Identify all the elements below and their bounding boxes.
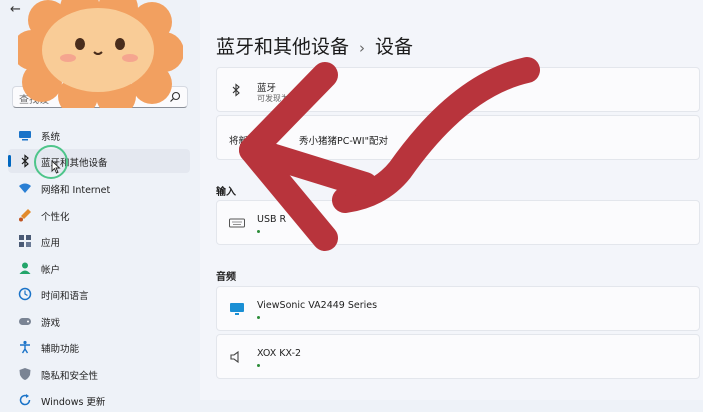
breadcrumb-parent[interactable]: 蓝牙和其他设备 — [216, 36, 349, 58]
pair-device-card[interactable]: 将新 秀小猪猪PC-WI"配对 — [216, 115, 700, 160]
bluetooth-title: 蓝牙 — [257, 83, 277, 94]
main-content: 蓝牙和其他设备 › 设备 蓝牙 可发现为"PC-WI" 将新 秀小猪猪PC-WI"配… — [200, 0, 703, 400]
pair-text-start: 将新 — [229, 136, 249, 147]
time-language-icon — [18, 287, 32, 301]
audio-device-name: ViewSonic VA2449 Series — [257, 300, 378, 311]
connected-status-dot — [257, 230, 260, 233]
connected-status-dot — [257, 364, 260, 367]
sidebar-item-time-language[interactable]: 时间和语言 — [8, 282, 190, 306]
mouse-cursor-icon — [51, 160, 61, 174]
keyboard-icon — [229, 218, 245, 228]
breadcrumb-separator: › — [359, 39, 366, 57]
brush-icon — [19, 209, 31, 222]
sidebar-item-label: 网络和 Internet — [41, 185, 111, 196]
input-section-heading: 输入 — [216, 187, 236, 198]
audio-section-heading: 音频 — [216, 272, 236, 283]
breadcrumb: 蓝牙和其他设备 › 设备 — [216, 32, 413, 59]
sidebar-item-gaming[interactable]: 游戏 — [8, 309, 190, 333]
game-icon — [19, 318, 31, 325]
connected-status-dot — [257, 316, 260, 319]
sidebar-item-privacy[interactable]: 隐私和安全性 — [8, 362, 190, 386]
audio-device-card[interactable]: XOX KX-2 — [216, 334, 700, 379]
shield-icon — [19, 368, 31, 380]
sidebar-item-label: 帐户 — [41, 265, 61, 276]
bluetooth-icon — [232, 83, 240, 97]
input-device-card[interactable]: USB R — [216, 200, 700, 245]
input-device-name: USB R — [257, 214, 287, 225]
monitor-icon — [230, 303, 244, 315]
account-icon — [19, 262, 31, 274]
sidebar-item-label: 系统 — [41, 132, 61, 143]
lion-sticker-icon — [18, 0, 183, 108]
sidebar-item-network[interactable]: 网络和 Internet — [8, 176, 190, 200]
sidebar-item-label: 时间和语言 — [41, 291, 89, 302]
pair-text-end: 秀小猪猪PC-WI"配对 — [299, 136, 388, 147]
audio-device-name: XOX KX-2 — [257, 348, 302, 359]
accessibility-icon — [20, 340, 30, 354]
sidebar-item-label: 应用 — [41, 238, 61, 249]
sidebar-item-accessibility[interactable]: 辅助功能 — [8, 335, 190, 359]
sidebar-item-personalization[interactable]: 个性化 — [8, 203, 190, 227]
bluetooth-card[interactable]: 蓝牙 可发现为"PC-WI" — [216, 67, 700, 112]
sidebar-item-system[interactable]: 系统 — [8, 123, 190, 147]
sidebar-item-windows-update[interactable]: Windows 更新 — [8, 388, 190, 412]
sidebar-item-label: 辅助功能 — [41, 344, 80, 355]
network-icon — [19, 183, 31, 193]
sidebar-item-label: 个性化 — [41, 212, 70, 223]
sidebar-item-label: Windows 更新 — [41, 397, 106, 408]
audio-device-card[interactable]: ViewSonic VA2449 Series — [216, 286, 700, 331]
bluetooth-icon — [21, 154, 29, 168]
sidebar-item-label: 隐私和安全性 — [41, 371, 99, 382]
sidebar-item-accounts[interactable]: 帐户 — [8, 256, 190, 280]
page-title: 设备 — [375, 36, 414, 58]
update-icon — [19, 394, 31, 406]
active-indicator — [8, 155, 11, 167]
system-icon — [19, 131, 31, 141]
apps-icon — [19, 235, 31, 247]
speaker-icon — [230, 350, 239, 364]
bluetooth-subtitle: 可发现为"PC-WI" — [257, 94, 320, 103]
sidebar-item-label: 游戏 — [41, 318, 61, 329]
sidebar-item-apps[interactable]: 应用 — [8, 229, 190, 253]
